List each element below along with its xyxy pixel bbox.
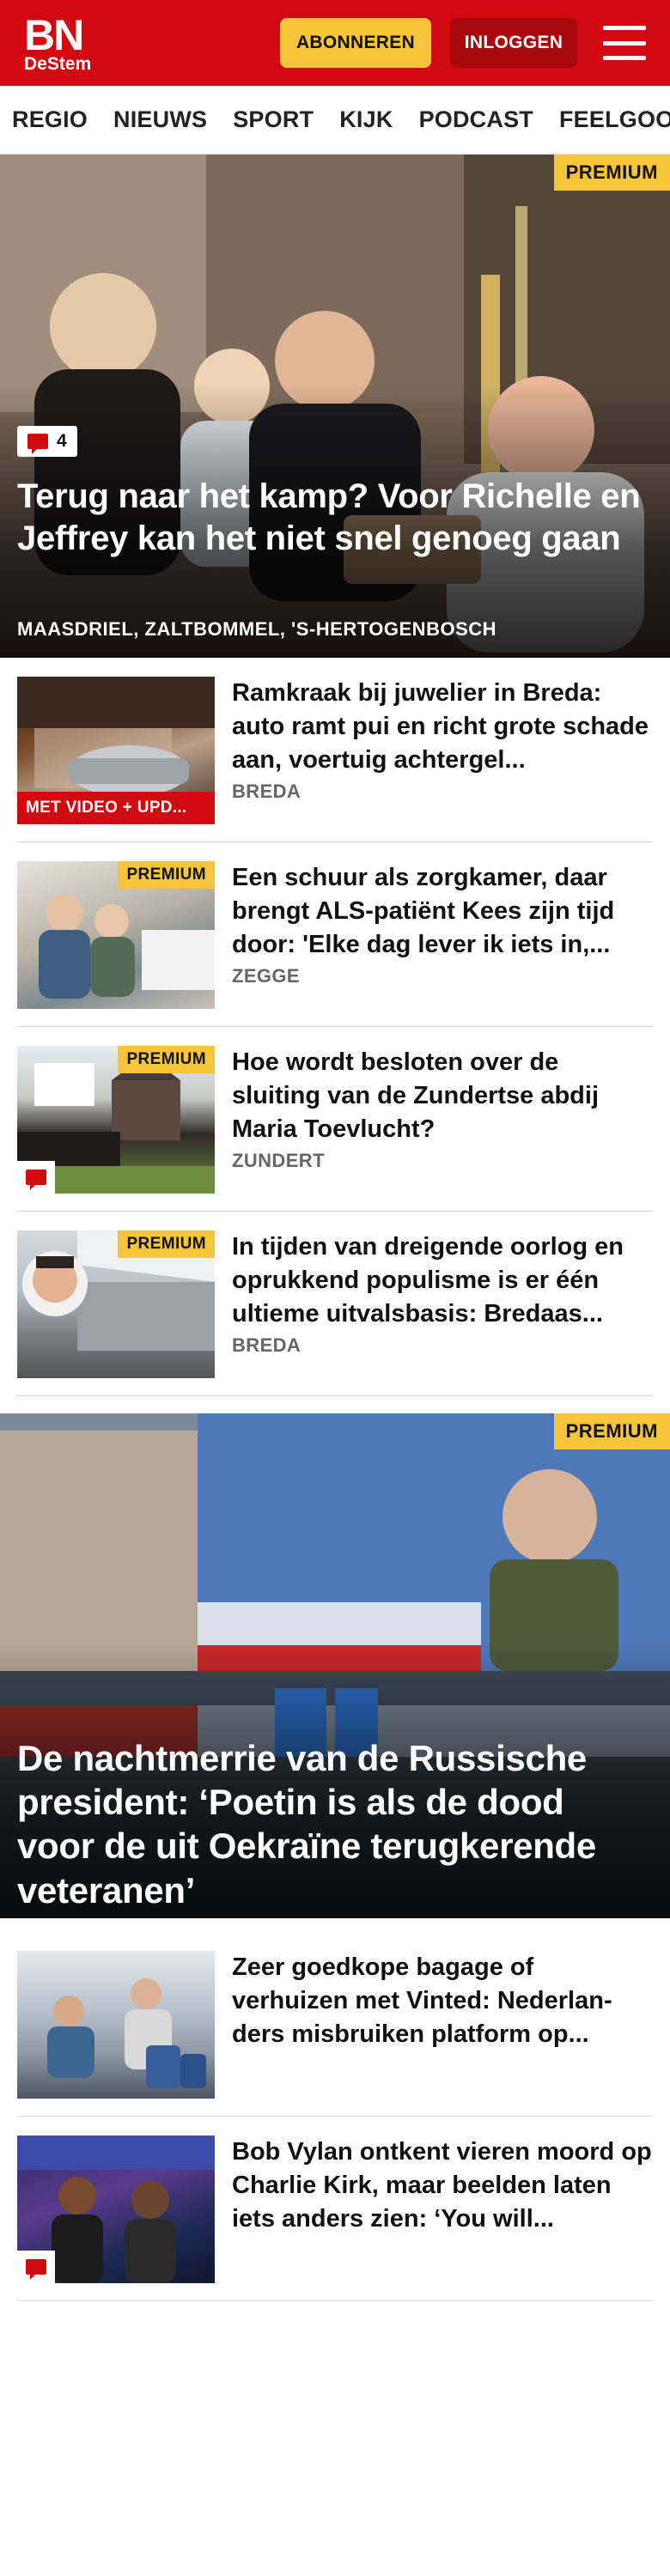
nav-item-nieuws[interactable]: NIEUWS <box>113 106 207 133</box>
premium-badge: PREMIUM <box>553 1413 670 1449</box>
subscribe-button[interactable]: ABONNEREN <box>280 18 431 68</box>
article-list: MET VIDEO + UPD... Ramkraak bij juwelier… <box>0 658 670 1396</box>
comment-count-badge[interactable]: 4 <box>17 426 77 457</box>
article-thumbnail: PREMIUM <box>17 861 215 1009</box>
article-location: ZEGGE <box>232 965 301 987</box>
hero-article[interactable]: PREMIUM De nachtmerrie van de Russische … <box>0 1413 670 1918</box>
nav-item-feelgood[interactable]: FEELGOOD <box>559 106 670 133</box>
article-title[interactable]: Hoe wordt besloten over de sluiting van … <box>232 1046 653 1146</box>
article-thumbnail: MET VIDEO + UPD... <box>17 677 215 824</box>
article-text: Bob Vylan ontkent vieren moord op Charli… <box>232 2136 653 2283</box>
article-thumbnail <box>17 1951 215 2099</box>
article-text: Ramkraak bij juwelier in Breda: auto ram… <box>232 677 653 824</box>
hero-article[interactable]: PREMIUM 4 Terug naar het kamp? Voor Rich… <box>0 155 670 658</box>
article-title[interactable]: Bob Vylan ontkent vieren moord op Charli… <box>232 2136 653 2236</box>
thumbnail-photo <box>47 1978 206 2088</box>
hero-location: MAASDRIEL, ZALTBOMMEL, 'S-HERTOGENBOSCH <box>17 618 497 640</box>
comment-count: 4 <box>57 431 67 451</box>
nav-item-sport[interactable]: SPORT <box>233 106 314 133</box>
article-title[interactable]: In tijden van dreigende oorlog en oprukk… <box>232 1230 653 1331</box>
comment-icon <box>26 2259 46 2280</box>
premium-badge: PREMIUM <box>118 1046 215 1073</box>
login-button[interactable]: INLOGGEN <box>450 18 577 68</box>
article-title[interactable]: Zeer goedkope bagage of verhuizen met Vi… <box>232 1951 653 2051</box>
article-location: BREDA <box>232 781 302 803</box>
list-item[interactable]: PREMIUM Hoe wordt besloten over de sluit… <box>17 1027 653 1212</box>
logo-main: BN <box>24 10 84 59</box>
article-list: Zeer goedkope bagage of verhuizen met Vi… <box>0 1932 670 2301</box>
comment-indicator <box>17 2251 55 2283</box>
premium-badge: PREMIUM <box>553 155 670 191</box>
article-text: Hoe wordt besloten over de sluiting van … <box>232 1046 653 1194</box>
list-item[interactable]: MET VIDEO + UPD... Ramkraak bij juwelier… <box>17 658 653 842</box>
comment-icon <box>26 1170 46 1190</box>
hero-title[interactable]: De nachtmerrie van de Russische presiden… <box>17 1736 649 1912</box>
article-thumbnail <box>17 2136 215 2283</box>
premium-badge: PREMIUM <box>118 861 215 889</box>
logo-sub: DeStem <box>24 53 92 74</box>
site-header: BN DeStem ABONNEREN INLOGGEN <box>0 0 670 86</box>
article-thumbnail: PREMIUM <box>17 1230 215 1378</box>
article-thumbnail: PREMIUM <box>17 1046 215 1194</box>
nav-item-regio[interactable]: REGIO <box>12 106 88 133</box>
menu-icon[interactable] <box>603 26 646 60</box>
article-title[interactable]: Een schuur als zorgkamer, daar brengt AL… <box>232 861 653 962</box>
article-text: Zeer goedkope bagage of verhuizen met Vi… <box>232 1951 653 2099</box>
comment-indicator <box>17 1161 55 1194</box>
hero-title[interactable]: Terug naar het kamp? Voor Richelle en Je… <box>17 476 649 560</box>
list-item[interactable]: PREMIUM In tijden van dreigende oorlog e… <box>17 1212 653 1396</box>
comment-icon <box>27 434 48 454</box>
article-text: In tijden van dreigende oorlog en oprukk… <box>232 1230 653 1378</box>
nav-item-podcast[interactable]: PODCAST <box>419 106 533 133</box>
article-location: BREDA <box>232 1334 302 1357</box>
premium-badge: PREMIUM <box>118 1230 215 1258</box>
article-location: ZUNDERT <box>232 1150 325 1172</box>
video-update-tag: MET VIDEO + UPD... <box>17 792 215 824</box>
site-logo[interactable]: BN DeStem <box>24 14 91 73</box>
list-item[interactable]: Zeer goedkope bagage of verhuizen met Vi… <box>17 1932 653 2117</box>
list-item[interactable]: PREMIUM Een schuur als zorgkamer, daar b… <box>17 842 653 1027</box>
section-nav: REGIO NIEUWS SPORT KIJK PODCAST FEELGOOD <box>0 86 670 155</box>
article-text: Een schuur als zorgkamer, daar brengt AL… <box>232 861 653 1009</box>
nav-item-kijk[interactable]: KIJK <box>339 106 393 133</box>
article-title[interactable]: Ramkraak bij juwelier in Breda: auto ram… <box>232 677 653 777</box>
list-item[interactable]: Bob Vylan ontkent vieren moord op Charli… <box>17 2117 653 2301</box>
